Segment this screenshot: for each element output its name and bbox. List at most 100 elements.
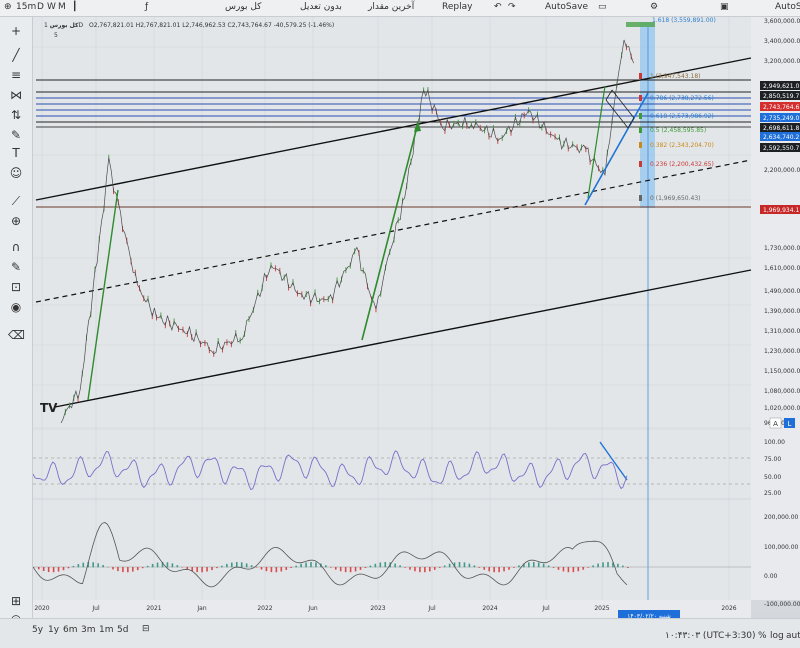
autosave-right[interactable]: AutoS bbox=[775, 2, 800, 12]
price-badge-3: 2,735,249.0 bbox=[763, 115, 799, 122]
undo-icon[interactable]: ↶ bbox=[494, 2, 502, 12]
add-icon[interactable]: ⊕ bbox=[4, 2, 12, 12]
candle-type-icon[interactable]: ┃ bbox=[72, 2, 77, 12]
replay-button[interactable]: Replay bbox=[442, 2, 472, 12]
ruler-icon[interactable]: ⟋ bbox=[8, 193, 24, 209]
projection-icon[interactable]: ⇅ bbox=[8, 107, 24, 123]
drawing-toolbar: + ╱ ≡ ⋈ ⇅ ✎ T ☺ ⟋ ⊕ ∩ ✎ ⊡ ◉ ⌫ ⊞ ◎ bbox=[0, 17, 33, 627]
tree-icon[interactable]: ⊞ bbox=[8, 593, 24, 609]
histo-bar-168 bbox=[448, 563, 451, 568]
goto-date-icon[interactable]: ⊟ bbox=[142, 624, 150, 634]
zoom-icon[interactable]: ⊕ bbox=[8, 213, 24, 229]
range-5y[interactable]: 5y bbox=[32, 625, 43, 635]
histo-bar-110 bbox=[305, 562, 307, 568]
menu-no-change[interactable]: بدون تعدیل bbox=[300, 2, 342, 12]
histo-bar-182 bbox=[483, 567, 486, 570]
camera-icon[interactable]: ▣ bbox=[720, 2, 729, 12]
price-tick-11: 1,150,000.0 bbox=[764, 368, 800, 375]
text-icon[interactable]: T bbox=[8, 145, 24, 161]
histo-bar-152 bbox=[409, 567, 411, 570]
fib-marker-2 bbox=[639, 113, 642, 119]
histo-bar-146 bbox=[394, 563, 396, 568]
rsi-tick-2: 50.00 bbox=[764, 474, 781, 481]
lock-icon[interactable]: ⊡ bbox=[8, 279, 24, 295]
menu-last-value[interactable]: آخرین مقدار bbox=[368, 2, 414, 12]
histo-bar-86 bbox=[245, 563, 248, 568]
top-toolbar: ⊕ 15m D W M ┃ ƒ کل بورس بدون تعدیل آخرین… bbox=[0, 0, 800, 17]
time-label-9: Jul bbox=[541, 605, 550, 612]
range-6m[interactable]: 6m bbox=[63, 625, 78, 635]
histo-bar-136 bbox=[369, 565, 372, 568]
price-tick-7: 1,490,000.0 bbox=[764, 288, 800, 295]
indicators-icon[interactable]: ƒ bbox=[145, 2, 148, 12]
range-3m[interactable]: 3m bbox=[81, 625, 96, 635]
range-button-w[interactable]: W bbox=[47, 2, 56, 12]
range-1m[interactable]: 1m bbox=[99, 625, 114, 635]
histo-bar-48 bbox=[151, 563, 154, 568]
histo-bar-78 bbox=[226, 563, 228, 568]
interval-selector[interactable]: 15m bbox=[16, 2, 36, 12]
chart-canvas[interactable]: 1 (2,947,543.18) 0.786 (2,738,272.56) 0.61… bbox=[0, 0, 800, 648]
trendline-icon[interactable]: ╱ bbox=[8, 47, 24, 63]
histo-bar-134 bbox=[364, 567, 367, 568]
histo-bar-72 bbox=[211, 567, 213, 571]
range-5d[interactable]: 5d bbox=[117, 625, 128, 635]
histo-bar-188 bbox=[498, 567, 500, 573]
oscillator-pane[interactable] bbox=[33, 500, 751, 600]
histo-bar-100 bbox=[280, 567, 283, 572]
histo-bar-94 bbox=[265, 567, 268, 572]
settings-icon[interactable]: ⚙ bbox=[650, 2, 658, 12]
price-tick-10: 1,230,000.0 bbox=[764, 348, 800, 355]
lock-drawing-icon[interactable]: ✎ bbox=[8, 259, 24, 275]
fib-label-top: 1.618 (3,559,891.00) bbox=[652, 17, 716, 24]
pattern-icon[interactable]: ⋈ bbox=[8, 87, 24, 103]
histo-bar-98 bbox=[275, 567, 278, 573]
range-button-m[interactable]: M bbox=[58, 2, 66, 12]
histo-bar-40 bbox=[132, 567, 134, 572]
crosshair-icon[interactable]: + bbox=[8, 23, 24, 39]
histo-bar-104 bbox=[290, 567, 292, 569]
legend-count[interactable]: 5 bbox=[54, 32, 334, 39]
symbol-title[interactable]: کل بورس bbox=[225, 2, 261, 12]
fib-icon[interactable]: ≡ bbox=[8, 67, 24, 83]
histo-bar-222 bbox=[582, 567, 585, 570]
histo-bar-160 bbox=[429, 567, 431, 572]
redo-icon[interactable]: ↷ bbox=[508, 2, 516, 12]
time-label-5: Jun bbox=[307, 605, 318, 612]
histo-bar-202 bbox=[532, 562, 535, 568]
brush-icon[interactable]: ✎ bbox=[8, 127, 24, 143]
log-toggle[interactable]: log bbox=[770, 631, 784, 641]
eye-icon[interactable]: ◉ bbox=[8, 299, 24, 315]
legend-symbol[interactable]: کل بورس bbox=[50, 22, 79, 29]
layout-icon[interactable]: ▭ bbox=[598, 2, 607, 12]
rsi-tick-3: 25.00 bbox=[764, 490, 781, 497]
scale-log-label: L bbox=[788, 420, 792, 428]
histo-bar-214 bbox=[562, 567, 565, 572]
price-badge-1: 2,850,519.7 bbox=[763, 93, 799, 100]
histo-bar-126 bbox=[344, 567, 347, 573]
histo-bar-226 bbox=[592, 565, 594, 568]
chart-window: 1 (2,947,543.18) 0.786 (2,738,272.56) 0.61… bbox=[0, 0, 800, 648]
price-badge-6: 2,592,550.7 bbox=[763, 145, 799, 152]
histo-bar-124 bbox=[339, 567, 342, 572]
time-label-10: 2025 bbox=[594, 605, 609, 612]
time-label-11: 2026 bbox=[721, 605, 736, 612]
rsi-pane[interactable] bbox=[33, 430, 751, 498]
percent-toggle[interactable]: % bbox=[758, 631, 767, 641]
histo-bar-210 bbox=[552, 567, 555, 568]
histo-bar-16 bbox=[72, 565, 75, 568]
fib-marker-1 bbox=[639, 95, 642, 101]
histo-bar-54 bbox=[166, 562, 169, 568]
emoji-icon[interactable]: ☺ bbox=[8, 165, 24, 181]
range-1y[interactable]: 1y bbox=[48, 625, 59, 635]
autosave-button[interactable]: AutoSave bbox=[545, 2, 588, 12]
range-button-d[interactable]: D bbox=[37, 2, 44, 12]
histo-bar-204 bbox=[537, 562, 540, 568]
histo-bar-12 bbox=[62, 567, 65, 571]
histo-bar-112 bbox=[310, 562, 312, 568]
price-tick-13: 1,020,000.0 bbox=[764, 405, 800, 412]
trash-icon[interactable]: ⌫ bbox=[8, 327, 25, 343]
auto-toggle[interactable]: auto bbox=[786, 631, 800, 641]
price-tick-5: 1,730,000.0 bbox=[764, 245, 800, 252]
magnet-icon[interactable]: ∩ bbox=[8, 239, 24, 255]
